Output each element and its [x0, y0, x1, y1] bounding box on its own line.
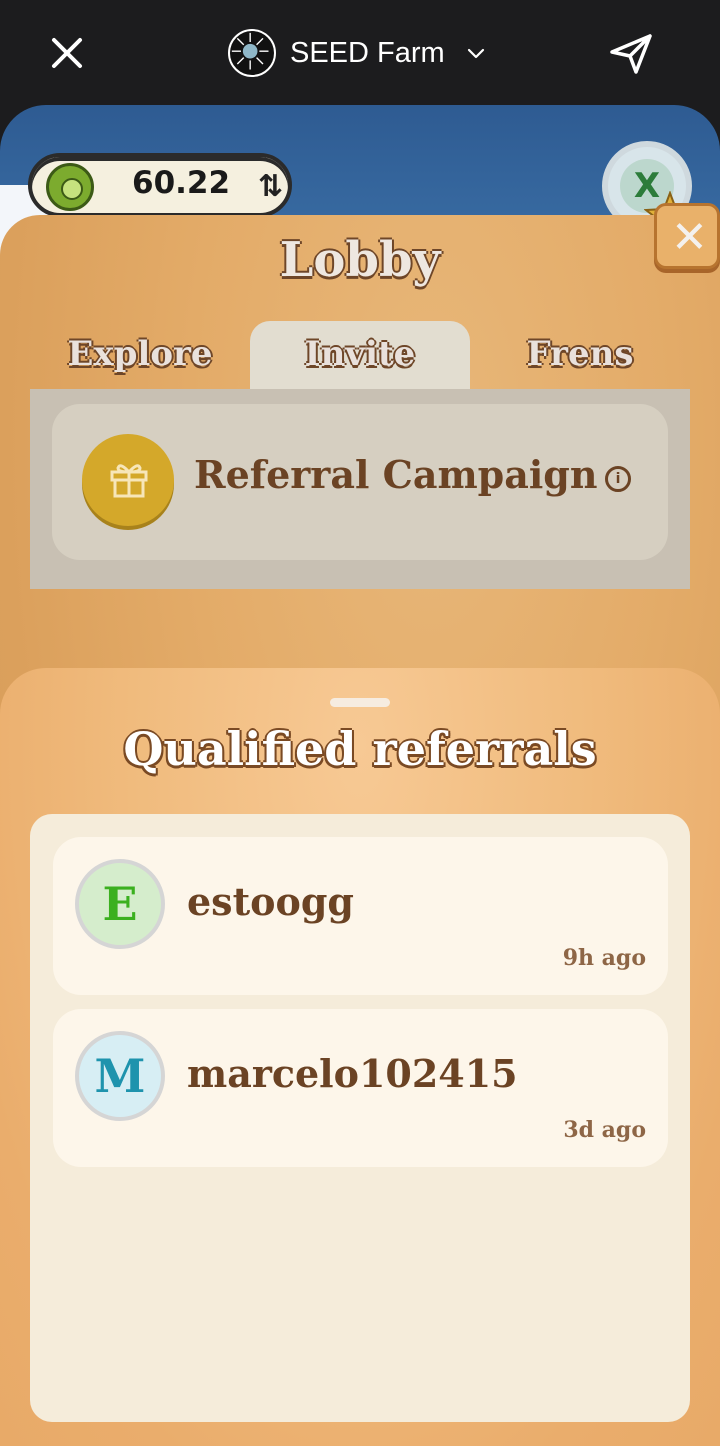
referral-time: 9h ago	[562, 945, 646, 971]
avatar: E	[75, 859, 165, 949]
referral-campaign-title: Referral Campaign	[194, 452, 598, 497]
app-title: SEED Farm	[290, 36, 445, 69]
referral-name: marcelo102415	[187, 1051, 518, 1096]
tab-frens[interactable]: Frens	[470, 321, 690, 391]
tab-explore[interactable]: Explore	[30, 321, 250, 391]
info-icon[interactable]: i	[605, 466, 631, 492]
swap-icon[interactable]: ⇅	[258, 169, 283, 204]
app-title-dropdown[interactable]: SEED Farm	[228, 27, 487, 79]
referral-item[interactable]: E estoogg 9h ago	[53, 837, 668, 995]
gift-icon	[110, 464, 148, 498]
lobby-title: Lobby	[279, 232, 441, 288]
app-top-bar: SEED Farm	[0, 0, 720, 105]
referral-name: estoogg	[187, 879, 354, 924]
send-icon[interactable]	[606, 30, 656, 78]
balance-pill[interactable]: 60.22 ⇅	[28, 153, 292, 217]
referral-time: 3d ago	[563, 1117, 646, 1143]
balance-value: 60.22	[132, 165, 231, 201]
tab-invite[interactable]: Invite	[250, 321, 470, 391]
coin-icon	[46, 163, 94, 211]
chevron-down-icon[interactable]	[465, 42, 487, 64]
bot-avatar	[228, 29, 276, 77]
lobby-tabs: Explore Invite Frens	[30, 321, 690, 391]
sheet-title: Qualified referrals	[123, 722, 597, 776]
referral-item[interactable]: M marcelo102415 3d ago	[53, 1009, 668, 1167]
close-icon[interactable]	[44, 30, 90, 76]
sheet-drag-handle[interactable]	[330, 698, 390, 707]
avatar: M	[75, 1031, 165, 1121]
